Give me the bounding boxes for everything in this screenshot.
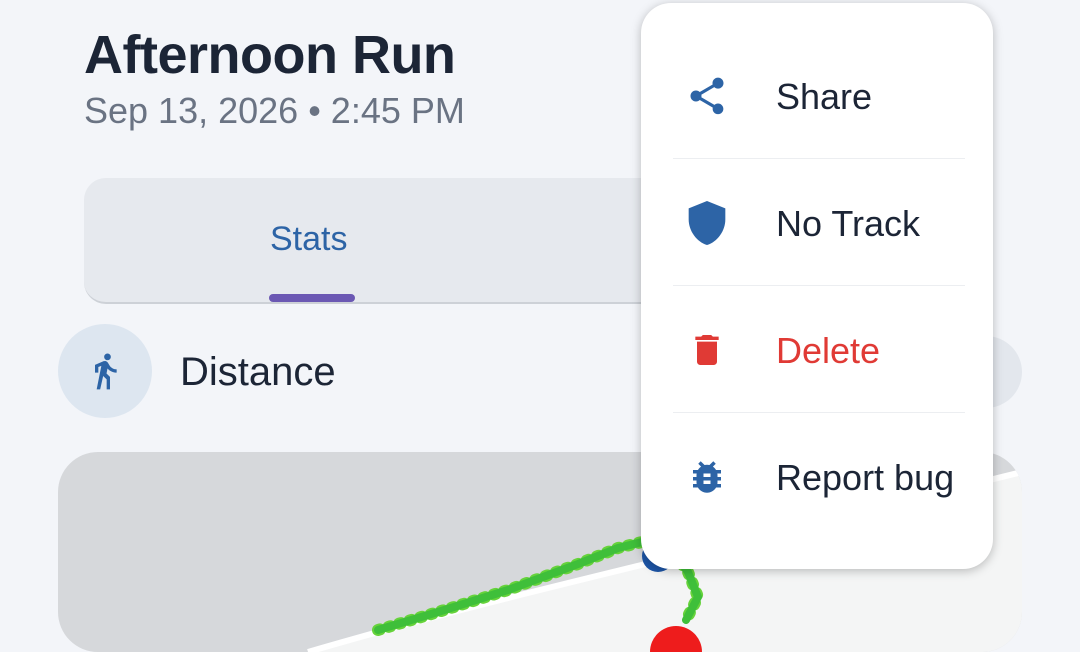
share-icon — [683, 72, 731, 120]
bug-icon — [683, 453, 731, 501]
metric-label: Distance — [180, 350, 336, 394]
menu-item-report-bug[interactable]: Report bug — [641, 413, 993, 539]
tab-stats[interactable]: Stats — [84, 178, 540, 302]
trash-icon — [683, 326, 731, 374]
menu-item-label: No Track — [776, 203, 921, 244]
overflow-menu: Share No Track Delete Report bug — [641, 3, 993, 569]
menu-item-delete[interactable]: Delete — [641, 286, 993, 412]
shield-icon — [683, 199, 731, 247]
running-icon — [58, 324, 152, 418]
menu-item-label: Report bug — [776, 457, 955, 498]
tab-selected-indicator — [269, 294, 355, 302]
menu-item-label: Delete — [776, 330, 881, 371]
activity-title: Afternoon Run — [84, 25, 456, 85]
menu-item-label: Share — [776, 76, 873, 117]
menu-item-no-track[interactable]: No Track — [641, 159, 993, 285]
menu-item-share[interactable]: Share — [641, 32, 993, 158]
tab-stats-label: Stats — [270, 220, 348, 258]
activity-subtitle: Sep 13, 2026 • 2:45 PM — [84, 90, 465, 131]
